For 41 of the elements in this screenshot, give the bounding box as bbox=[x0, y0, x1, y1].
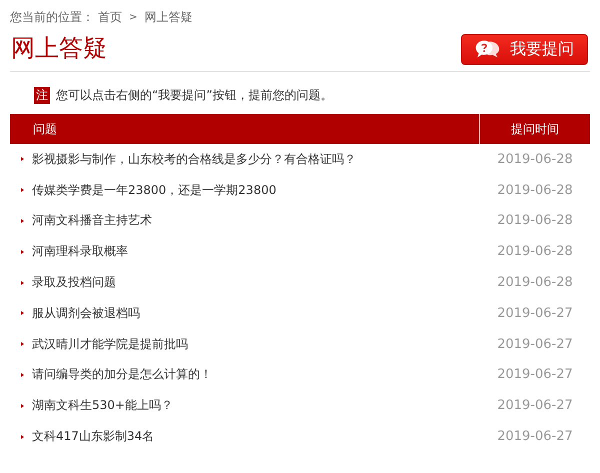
breadcrumb-current: 网上答疑 bbox=[144, 8, 192, 26]
bullet-icon bbox=[21, 157, 24, 162]
question-date: 2019-06-28 bbox=[496, 182, 574, 198]
question-link[interactable]: 传媒类学费是一年23800，还是一学期23800 bbox=[32, 182, 480, 199]
question-link[interactable]: 录取及投档问题 bbox=[32, 274, 480, 292]
column-header: 提问时间 bbox=[510, 121, 560, 138]
bullet-icon bbox=[21, 342, 24, 346]
bullet-icon bbox=[21, 188, 24, 192]
question-link[interactable]: 影视摄影与制作，山东校考的合格线是多少分？有合格证吗？ bbox=[32, 150, 480, 168]
breadcrumb-label: 您当前的位置： bbox=[10, 8, 94, 26]
question-link[interactable]: 武汉晴川才能学院是提前批吗 bbox=[32, 336, 480, 353]
question-link[interactable]: 湖南文科生530+能上吗？ bbox=[32, 397, 480, 414]
question-link[interactable]: 河南理科录取概率 bbox=[32, 243, 480, 260]
bullet-icon bbox=[21, 218, 24, 223]
question-link[interactable]: 文科417山东影制34名 bbox=[32, 428, 480, 446]
bullet-icon bbox=[21, 250, 24, 254]
breadcrumb-link[interactable]: 首页 bbox=[98, 8, 122, 26]
question-link[interactable]: 请问编导类的加分是怎么计算的！ bbox=[32, 366, 480, 384]
question-date: 2019-06-27 bbox=[496, 429, 574, 444]
page-title: 网上答疑 bbox=[10, 33, 107, 64]
bullet-icon bbox=[21, 372, 24, 377]
question-date: 2019-06-28 bbox=[496, 213, 574, 228]
ask-question-button[interactable]: 我要提问 bbox=[461, 34, 588, 64]
bullet-icon bbox=[21, 404, 24, 408]
note-badge: 注 bbox=[34, 86, 50, 104]
question-date: 2019-06-27 bbox=[496, 306, 574, 321]
question-date: 2019-06-27 bbox=[496, 367, 574, 382]
question-date: 2019-06-27 bbox=[496, 336, 574, 352]
column-header: 问题 bbox=[10, 114, 480, 144]
question-link[interactable]: 服从调剂会被退档吗 bbox=[32, 304, 480, 322]
bullet-icon bbox=[21, 311, 24, 316]
question-date: 2019-06-27 bbox=[496, 398, 574, 414]
breadcrumb-separator: > bbox=[129, 12, 138, 22]
question-date: 2019-06-28 bbox=[496, 275, 574, 290]
speech-bubbles-icon bbox=[475, 39, 500, 59]
note-text: 您可以点击右侧的“我要提问”按钮，提前您的问题。 bbox=[56, 86, 332, 104]
question-date: 2019-06-28 bbox=[496, 152, 574, 167]
bullet-icon bbox=[21, 280, 24, 285]
bullet-icon bbox=[21, 434, 24, 439]
question-link[interactable]: 河南文科播音主持艺术 bbox=[32, 212, 480, 230]
question-date: 2019-06-28 bbox=[496, 244, 574, 260]
